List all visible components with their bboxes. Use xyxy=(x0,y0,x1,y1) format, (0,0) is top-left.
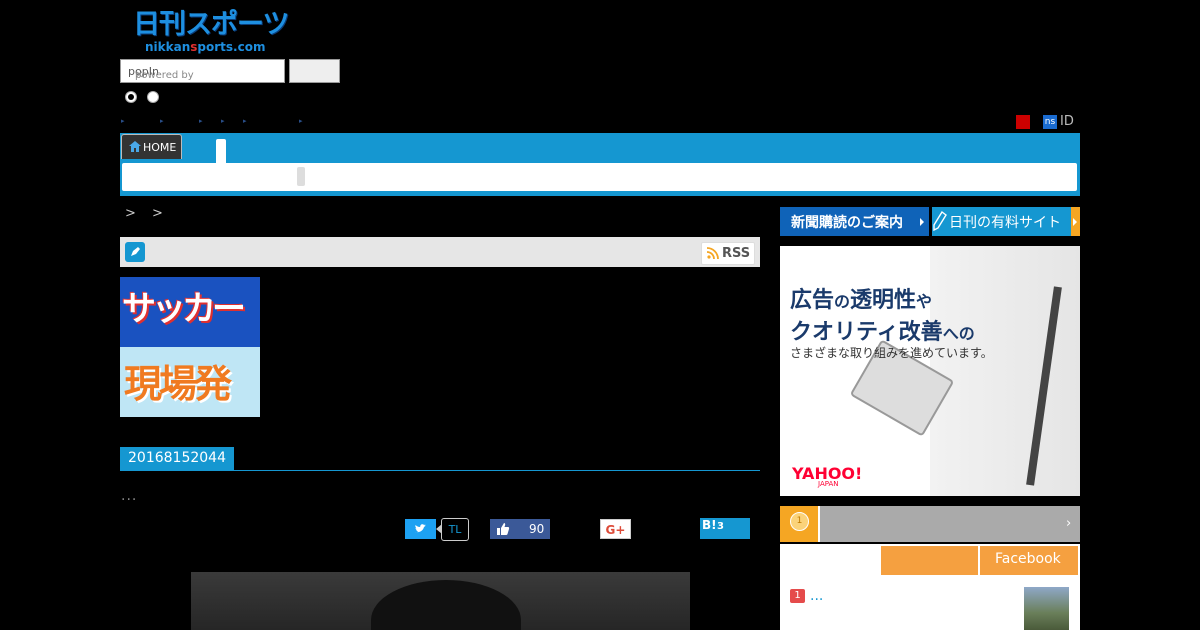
ad-headline-line1: 広告の透明性や xyxy=(790,288,933,313)
banner-top-text: サッカー xyxy=(122,289,246,329)
site-logo[interactable]: 日刊スポーツ nikkansports.com xyxy=(133,9,289,56)
soccer-column-banner[interactable]: サッカー 現場発 xyxy=(120,277,260,417)
thumbs-up-icon xyxy=(497,523,510,535)
logo-main-text: 日刊スポーツ xyxy=(133,9,289,40)
breadcrumb: > > xyxy=(125,206,169,221)
ranking-header[interactable] xyxy=(780,506,1080,542)
article-photo xyxy=(191,572,690,630)
paid-site-arrow[interactable] xyxy=(1071,207,1080,236)
logo-url-text: nikkansports.com xyxy=(145,40,266,54)
medal-icon: 1 xyxy=(790,512,809,531)
top-link-marker-icon[interactable]: ▸ xyxy=(243,117,247,125)
search-scope-radio-site[interactable] xyxy=(125,91,137,103)
top-link-marker-icon[interactable]: ▸ xyxy=(121,117,125,125)
arrow-right-icon xyxy=(1073,218,1077,226)
red-square-icon[interactable] xyxy=(1016,115,1030,129)
ns-badge[interactable]: ns xyxy=(1043,115,1057,129)
ranking-item-title[interactable]: ... xyxy=(810,588,823,604)
home-icon xyxy=(129,141,141,152)
top-link-marker-icon[interactable]: ▸ xyxy=(299,117,303,125)
paid-site-label: 日刊の有料サイト xyxy=(949,215,1061,231)
banner-bottom-text: 現場発 xyxy=(124,362,232,406)
nav-home-label: HOME xyxy=(143,141,177,154)
ad-body-text: さまざまな取り組みを進めています。 xyxy=(790,346,993,360)
search-input[interactable]: powered by ✕ popIn xyxy=(120,59,285,83)
rss-icon xyxy=(707,247,719,259)
hatena-icon: B! xyxy=(702,518,717,532)
top-link-marker-icon[interactable]: ▸ xyxy=(199,117,203,125)
rss-label: RSS xyxy=(722,246,751,261)
ranking-tab[interactable] xyxy=(881,546,978,575)
top-link-marker-icon[interactable]: ▸ xyxy=(160,117,164,125)
nav-tab-active[interactable] xyxy=(216,139,226,163)
nav-tab-home[interactable]: HOME xyxy=(121,134,182,159)
ranking-item-thumbnail[interactable] xyxy=(1024,587,1069,630)
pencil-icon xyxy=(933,211,947,231)
banner-bottom-panel: 現場発 xyxy=(120,347,260,417)
ad-headline-line2: クオリティ改善への xyxy=(790,320,975,345)
hatena-count: 3 xyxy=(717,521,724,532)
ranking-tab-facebook[interactable]: Facebook xyxy=(980,546,1078,575)
timeline-count-button[interactable]: TL xyxy=(441,518,469,541)
popin-icon: ✕ xyxy=(135,70,144,81)
sub-nav-divider xyxy=(297,167,305,186)
hatena-bookmark-button[interactable]: B! 3 xyxy=(700,518,750,539)
ranking-number: 1 xyxy=(790,589,805,603)
newspaper-subscribe-button[interactable]: 新聞購読のご案内 xyxy=(780,207,929,236)
yahoo-japan-logo-sub: JAPAN xyxy=(818,480,839,488)
chevron-right-icon[interactable]: › xyxy=(1066,516,1071,531)
search-scope-radio-web[interactable] xyxy=(147,91,159,103)
photo-subject xyxy=(371,580,521,630)
pen-icon xyxy=(125,242,145,262)
twitter-share-button[interactable] xyxy=(405,519,436,539)
yahoo-ad-banner[interactable]: 広告の透明性や クオリティ改善への さまざまな取り組みを進めています。 YAHO… xyxy=(780,246,1080,496)
article-lead: ... xyxy=(121,488,138,504)
google-plus-button[interactable]: G+ xyxy=(600,519,631,539)
article-date: 20168152044 xyxy=(120,447,234,470)
top-link-marker-icon[interactable]: ▸ xyxy=(221,117,225,125)
facebook-like-count: 90 xyxy=(529,522,545,536)
ranking-medal-box: 1 xyxy=(780,506,820,542)
arrow-right-icon xyxy=(920,218,924,226)
search-button[interactable] xyxy=(289,59,340,83)
section-header xyxy=(120,237,760,267)
subscribe-label: 新聞購読のご案内 xyxy=(791,215,903,231)
twitter-icon xyxy=(415,524,426,533)
search-placeholder: powered by ✕ popIn xyxy=(128,65,194,81)
ns-id-link[interactable]: ID xyxy=(1060,114,1074,129)
sub-nav-bar xyxy=(122,163,1077,191)
date-divider xyxy=(120,470,760,471)
paid-site-button[interactable]: 日刊の有料サイト xyxy=(932,207,1080,236)
facebook-like-button[interactable]: 90 xyxy=(490,519,550,539)
ad-person-image xyxy=(930,246,1080,496)
rss-button[interactable]: RSS xyxy=(701,242,755,265)
